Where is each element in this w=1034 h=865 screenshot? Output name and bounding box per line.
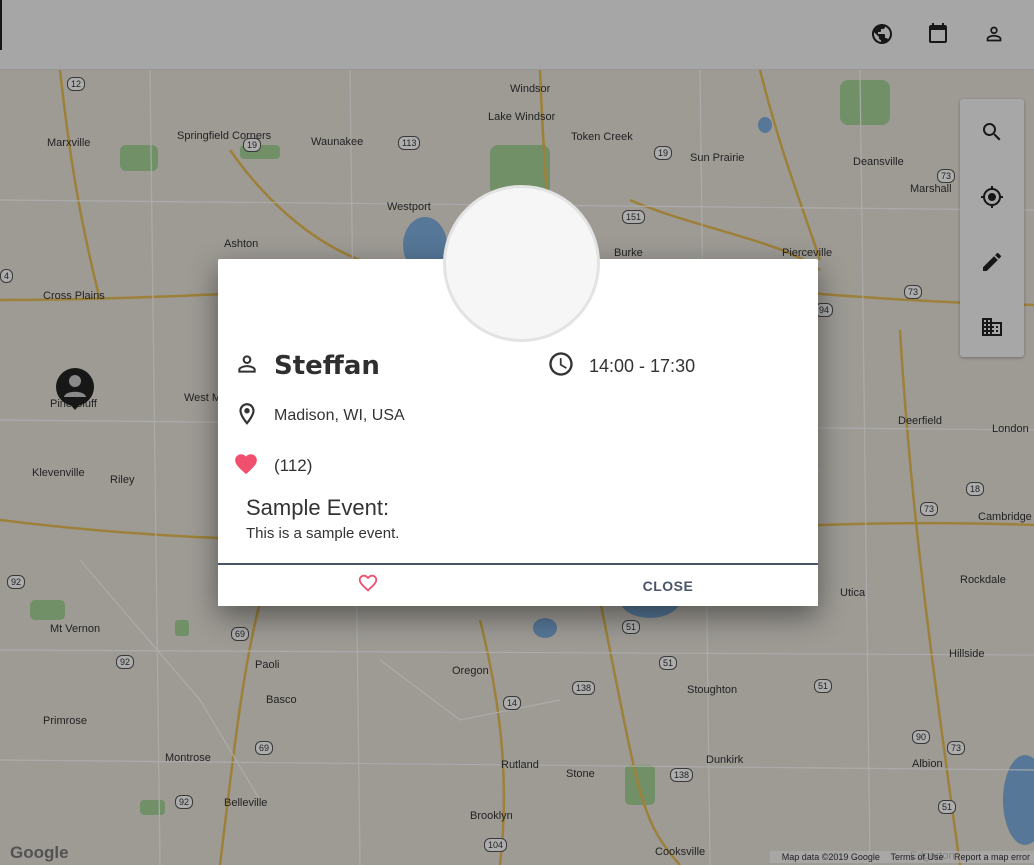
event-location: Madison, WI, USA [274, 407, 405, 424]
person-icon [234, 351, 260, 382]
event-description: This is a sample event. [246, 525, 400, 542]
event-time: 14:00 - 17:30 [589, 355, 696, 376]
clock-icon [547, 350, 575, 383]
like-count: (112) [274, 456, 313, 475]
close-button[interactable]: CLOSE [518, 565, 818, 606]
heart-filled-icon [232, 451, 260, 482]
event-title: Sample Event: [246, 495, 390, 520]
host-row: Steffan [234, 351, 380, 382]
dialog-actions: CLOSE [218, 563, 818, 606]
time-row: 14:00 - 17:30 [547, 351, 696, 379]
host-avatar [443, 185, 600, 342]
location-pin-icon [234, 401, 260, 432]
location-row: Madison, WI, USA [234, 401, 405, 432]
heart-outline-icon [357, 572, 379, 599]
host-name: Steffan [274, 351, 380, 381]
like-button[interactable] [218, 565, 518, 606]
likes-row: (112) [232, 453, 312, 479]
